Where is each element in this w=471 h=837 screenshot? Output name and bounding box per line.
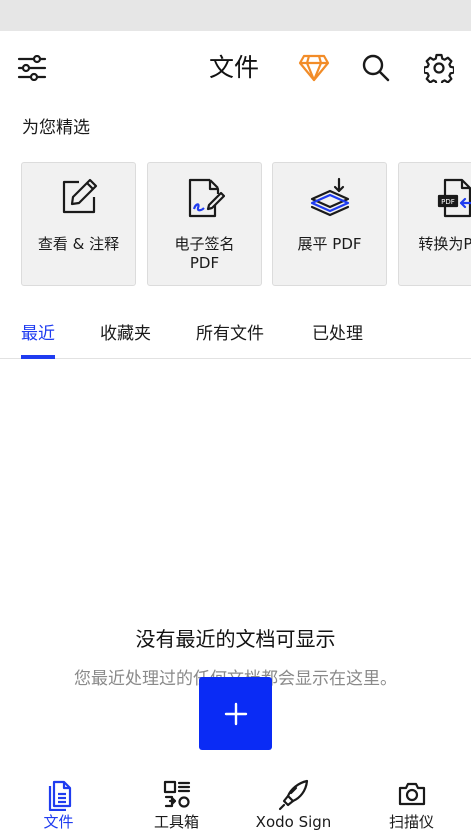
nav-toolbox[interactable]: 工具箱 — [118, 770, 235, 837]
tab-label: 所有文件 — [196, 324, 264, 344]
camera-icon — [398, 782, 425, 806]
filter-sliders-icon — [17, 55, 47, 81]
nav-xodo-sign[interactable]: Xodo Sign — [235, 770, 352, 837]
nav-label: 工具箱 — [153, 813, 199, 831]
card-esign-pdf[interactable]: 电子签名 PDF — [147, 162, 262, 286]
page-title: 文件 — [209, 53, 260, 82]
app-bar: 文件 — [0, 31, 471, 105]
tab-all-files[interactable]: 所有文件 — [196, 305, 264, 358]
pen-nib-icon — [278, 779, 308, 811]
card-view-annotate[interactable]: 查看 & 注释 — [21, 162, 136, 286]
tab-recent[interactable]: 最近 — [21, 305, 55, 359]
search-icon — [362, 54, 390, 82]
edit-annotate-icon — [62, 178, 97, 214]
nav-label: 扫描仪 — [388, 813, 434, 831]
plus-icon — [224, 702, 247, 725]
tab-label: 收藏夹 — [100, 324, 151, 344]
card-label: 转换为PDF — [418, 235, 471, 253]
flatten-layers-icon — [310, 177, 349, 217]
tab-label: 最近 — [21, 324, 55, 344]
filter-button[interactable] — [8, 31, 56, 105]
card-convert-to-pdf[interactable]: PDF 转换为PDF — [398, 162, 471, 286]
premium-diamond-icon — [298, 54, 330, 82]
svg-text:PDF: PDF — [441, 198, 455, 206]
premium-button[interactable] — [290, 31, 338, 105]
files-icon — [48, 780, 71, 811]
add-document-button[interactable] — [199, 677, 272, 750]
empty-state-title: 没有最近的文档可显示 — [135, 627, 336, 651]
sign-document-icon — [188, 178, 225, 218]
file-tabs: 最近 收藏夹 所有文件 已处理 — [0, 305, 471, 359]
bottom-navigation: 文件 工具箱 Xodo Sign 扫描仪 — [0, 770, 471, 837]
nav-scanner[interactable]: 扫描仪 — [353, 770, 470, 837]
card-label: 查看 & 注释 — [37, 235, 120, 253]
tab-processed[interactable]: 已处理 — [312, 305, 363, 358]
card-label: 电子签名 PDF — [174, 235, 235, 272]
tab-favorites[interactable]: 收藏夹 — [100, 305, 151, 358]
settings-button[interactable] — [415, 31, 463, 105]
featured-tools: 查看 & 注释 电子签名 PDF 展平 PDF PDF 转换为P — [0, 162, 471, 287]
search-button[interactable] — [352, 31, 400, 105]
convert-pdf-icon: PDF — [437, 178, 471, 218]
card-flatten-pdf[interactable]: 展平 PDF — [272, 162, 387, 286]
settings-gear-icon — [424, 53, 454, 83]
nav-label: 文件 — [43, 813, 74, 831]
card-label: 展平 PDF — [297, 235, 362, 253]
nav-files[interactable]: 文件 — [0, 770, 117, 837]
status-bar — [0, 0, 471, 31]
featured-section-title: 为您精选 — [22, 118, 90, 138]
nav-label: Xodo Sign — [255, 813, 332, 831]
active-tab-indicator — [21, 355, 55, 359]
toolbox-icon — [163, 780, 190, 808]
tab-label: 已处理 — [312, 324, 363, 344]
